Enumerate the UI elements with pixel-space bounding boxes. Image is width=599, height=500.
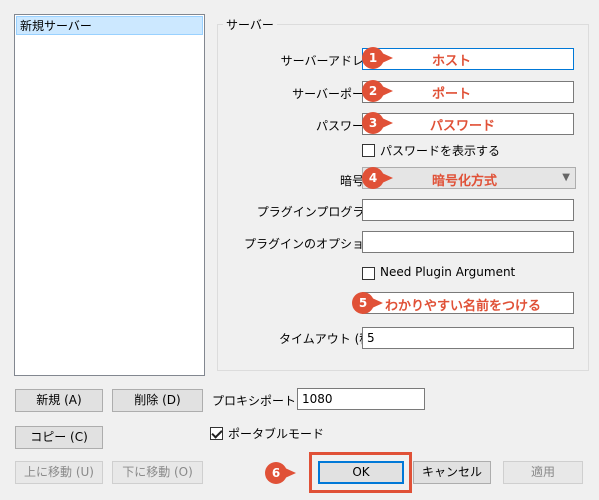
chevron-down-icon: ▼ [562, 172, 570, 183]
server-settings-group [217, 24, 589, 371]
plugin-program-label: プラグインプログラム [256, 205, 376, 219]
move-down-button[interactable]: 下に移動 (O) [112, 461, 203, 484]
step-5-badge: 5 [352, 292, 383, 314]
step-6-badge: 6 [265, 462, 296, 484]
portable-mode-label: ポータブルモード [228, 427, 325, 441]
need-plugin-argument-checkbox[interactable] [362, 267, 375, 280]
plugin-options-label: プラグインのオプション [243, 237, 376, 251]
delete-server-button[interactable]: 削除 (D) [112, 389, 203, 412]
step-4-badge: 4 [362, 167, 393, 189]
copy-server-button[interactable]: コピー (C) [15, 426, 103, 449]
step-3-badge: 3 [362, 112, 393, 134]
encryption-label: 暗号化 [339, 174, 376, 188]
step-1-annotation: ホスト [432, 54, 472, 69]
new-server-button[interactable]: 新規 (A) [15, 389, 103, 412]
step-4-annotation: 暗号化方式 [432, 174, 498, 189]
plugin-program-input[interactable] [362, 199, 574, 221]
need-plugin-argument-label: Need Plugin Argument [380, 265, 516, 279]
show-password-label: パスワードを表示する [380, 144, 501, 158]
show-password-checkbox[interactable] [362, 144, 375, 157]
ok-button-highlight [309, 452, 412, 493]
server-group-title: サーバー [223, 16, 277, 33]
step-3-annotation: パスワード [430, 119, 496, 134]
cancel-button[interactable]: キャンセル [413, 461, 491, 484]
step-2-annotation: ポート [432, 87, 472, 102]
password-label: パスワード [315, 119, 376, 133]
step-1-badge: 1 [362, 47, 393, 69]
apply-button[interactable]: 適用 [503, 461, 583, 484]
server-list[interactable]: 新規サーバー [14, 14, 205, 376]
portable-mode-checkbox[interactable] [210, 427, 223, 440]
plugin-options-input[interactable] [362, 231, 574, 253]
proxy-port-label: プロキシポート [212, 394, 297, 408]
proxy-port-input[interactable]: 1080 [297, 388, 425, 410]
step-2-badge: 2 [362, 80, 393, 102]
move-up-button[interactable]: 上に移動 (U) [15, 461, 103, 484]
server-list-item-new-server[interactable]: 新規サーバー [16, 16, 203, 35]
server-port-label: サーバーポート [292, 87, 376, 101]
timeout-input[interactable]: 5 [362, 327, 574, 349]
server-address-label: サーバーアドレス [280, 54, 376, 68]
step-5-annotation: わかりやすい名前をつける [385, 299, 542, 314]
timeout-label: タイムアウト (秒) [279, 332, 376, 346]
